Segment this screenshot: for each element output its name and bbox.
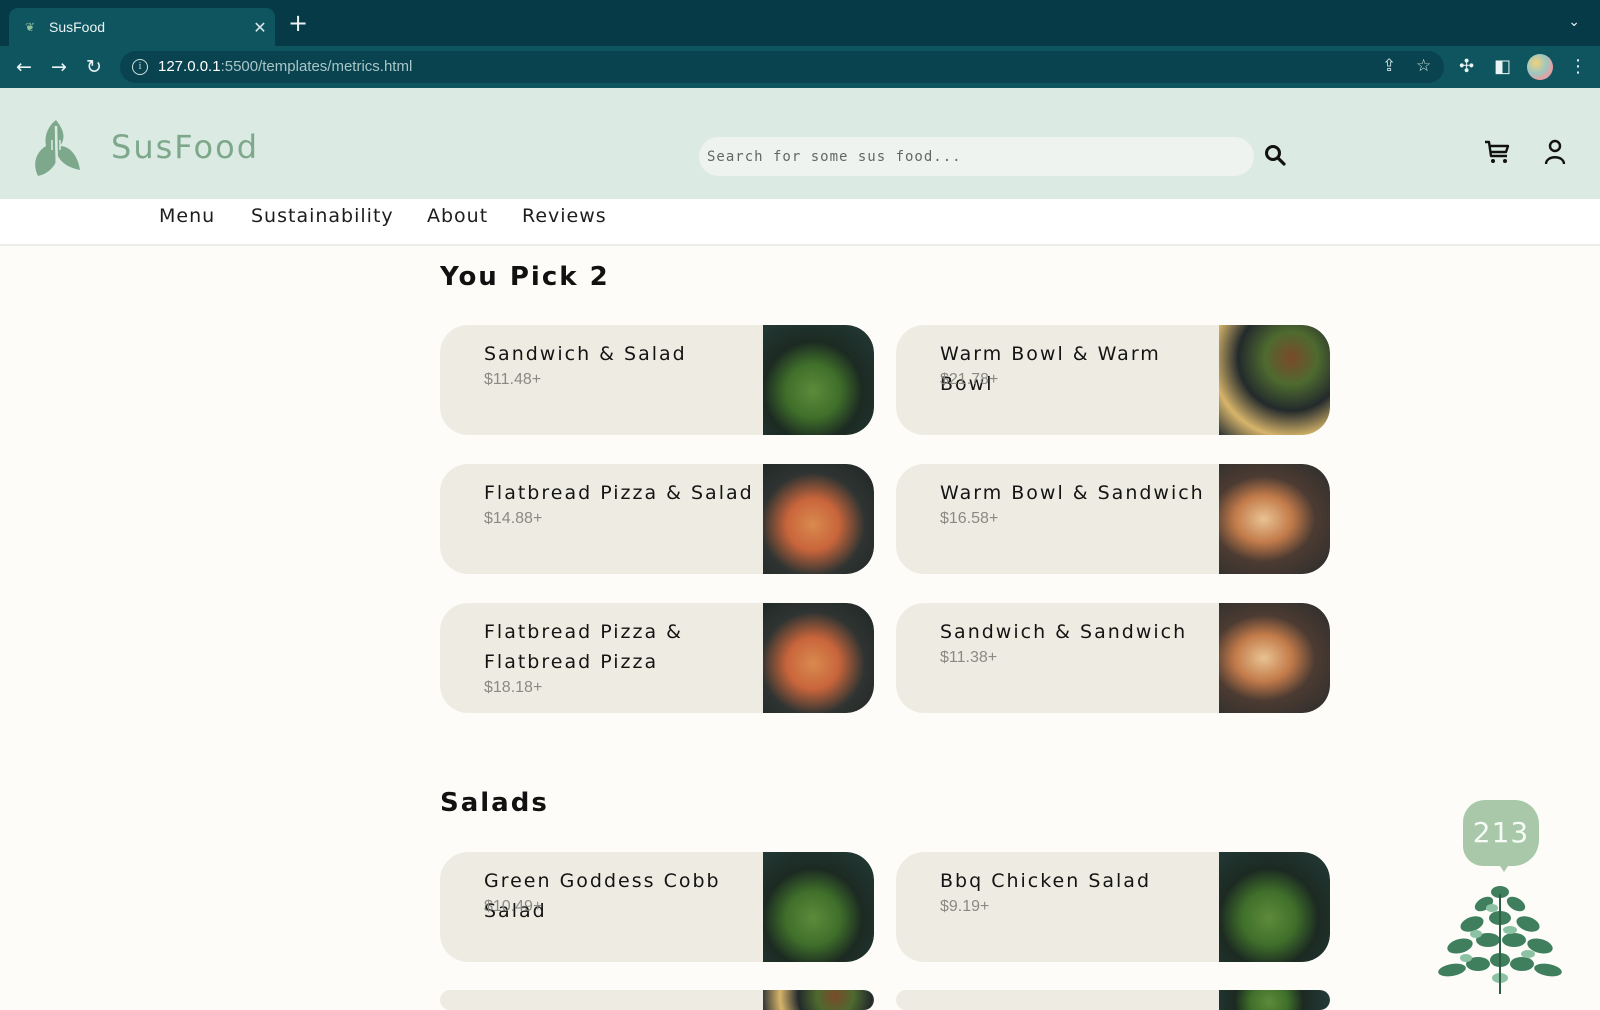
tab-search-chevron-icon[interactable]: ⌄ <box>1568 14 1580 30</box>
profile-avatar[interactable] <box>1527 54 1553 80</box>
menu-item-card[interactable]: Bbq Chicken Salad $9.19+ <box>896 852 1330 962</box>
section-title-salads: Salads <box>440 788 549 818</box>
nav-about[interactable]: About <box>427 205 488 227</box>
bowl-sandwich-photo <box>1219 464 1330 574</box>
share-icon[interactable]: ⇪ <box>1382 56 1396 76</box>
url-host: 127.0.0.1 <box>158 58 221 75</box>
cart-icon[interactable] <box>1483 138 1511 166</box>
url-text[interactable]: 127.0.0.1:5500/templates/metrics.html <box>158 58 412 75</box>
menu-item-card[interactable]: Warm Bowl & Warm Bowl $21.78+ <box>896 325 1330 435</box>
reload-icon[interactable]: ↻ <box>81 54 107 80</box>
menu-item-card[interactable]: Sandwich & Salad $11.48+ <box>440 325 874 435</box>
item-name: Warm Bowl & Sandwich <box>940 482 1205 504</box>
cobb-salad-photo <box>763 852 874 962</box>
item-name: Green Goddess Cobb Salad <box>484 870 721 922</box>
item-price: $10.49+ <box>484 898 543 915</box>
extensions-icon[interactable]: ✣ <box>1459 56 1474 77</box>
address-bar[interactable]: i 127.0.0.1:5500/templates/metrics.html … <box>120 51 1444 83</box>
menu-item-card[interactable]: Green Goddess Cobb Salad $10.49+ <box>440 852 874 962</box>
browser-tab[interactable]: ❦ SusFood ✕ <box>9 8 275 46</box>
brand-name[interactable]: SusFood <box>111 128 259 166</box>
side-panel-icon[interactable]: ◧ <box>1494 56 1511 77</box>
search-icon[interactable] <box>1263 143 1287 167</box>
menu-item-card[interactable]: Flatbread Pizza & Salad $14.88+ <box>440 464 874 574</box>
item-price: $21.78+ <box>940 371 999 388</box>
item-name: Sandwich & Sandwich <box>940 621 1188 643</box>
forward-icon[interactable]: → <box>46 54 72 80</box>
warm-bowls-photo <box>1219 325 1330 435</box>
site-header: SusFood <box>0 88 1600 199</box>
item-price: $9.19+ <box>940 898 990 915</box>
item-photo <box>1219 990 1330 1010</box>
flatbread-flatbread-photo <box>763 603 874 713</box>
user-account-icon[interactable] <box>1543 138 1567 166</box>
item-name: Flatbread Pizza & Salad <box>484 482 754 504</box>
search-input[interactable] <box>699 137 1254 176</box>
favicon-icon: ❦ <box>25 20 36 34</box>
nav-sustainability[interactable]: Sustainability <box>251 205 394 227</box>
menu-item-card[interactable]: Sandwich & Sandwich $11.38+ <box>896 603 1330 713</box>
item-price: $11.48+ <box>484 371 542 388</box>
menu-item-card[interactable] <box>896 990 1330 1010</box>
sandwich-sandwich-photo <box>1219 603 1330 713</box>
site-info-icon[interactable]: i <box>132 59 148 75</box>
item-name: Warm Bowl & Warm Bowl <box>940 343 1161 395</box>
main-nav: Menu Sustainability About Reviews <box>0 199 1600 246</box>
browser-menu-icon[interactable]: ⋮ <box>1569 56 1587 77</box>
url-path: :5500/templates/metrics.html <box>220 58 413 75</box>
item-photo <box>763 990 874 1010</box>
item-price: $16.58+ <box>940 510 999 527</box>
back-icon[interactable]: ← <box>11 54 37 80</box>
bookmark-star-icon[interactable]: ☆ <box>1416 56 1431 76</box>
new-tab-button[interactable]: + <box>288 11 308 35</box>
menu-item-card[interactable]: Flatbread Pizza & Flatbread Pizza $18.18… <box>440 603 874 713</box>
sandwich-salad-photo <box>763 325 874 435</box>
section-title-you-pick-2: You Pick 2 <box>440 262 610 292</box>
menu-item-card[interactable] <box>440 990 874 1010</box>
tab-title: SusFood <box>49 19 106 35</box>
browser-tab-bar: ❦ SusFood ✕ + ⌄ <box>0 0 1600 46</box>
nav-menu[interactable]: Menu <box>159 205 215 227</box>
item-price: $14.88+ <box>484 510 543 527</box>
item-name: Bbq Chicken Salad <box>940 870 1152 892</box>
nav-reviews[interactable]: Reviews <box>522 205 607 227</box>
item-price: $18.18+ <box>484 679 543 696</box>
leaf-logo-icon[interactable] <box>30 116 82 178</box>
item-price: $11.38+ <box>940 649 998 666</box>
menu-item-card[interactable]: Warm Bowl & Sandwich $16.58+ <box>896 464 1330 574</box>
item-name: Flatbread Pizza & Flatbread Pizza <box>484 621 683 673</box>
sustainability-counter-bubble[interactable]: 213 <box>1463 800 1539 866</box>
item-name: Sandwich & Salad <box>484 343 687 365</box>
browser-toolbar: ← → ↻ i 127.0.0.1:5500/templates/metrics… <box>0 46 1600 88</box>
flatbread-salad-photo <box>763 464 874 574</box>
close-tab-icon[interactable]: ✕ <box>245 18 275 37</box>
speech-bubble-tail <box>1496 860 1512 872</box>
bbq-salad-photo <box>1219 852 1330 962</box>
plant-icon[interactable] <box>1432 874 1568 1000</box>
